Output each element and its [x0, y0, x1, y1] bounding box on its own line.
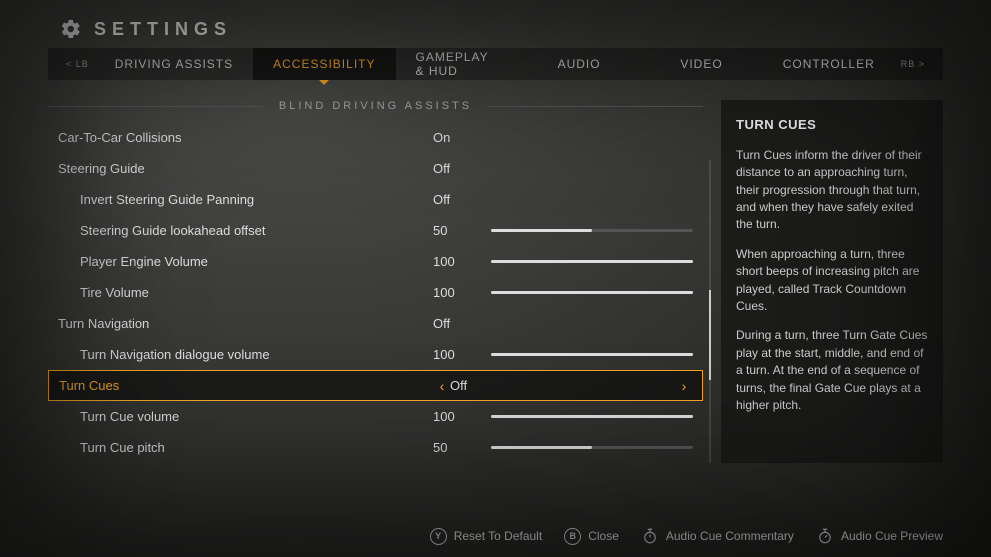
setting-name: Turn Navigation dialogue volume [58, 347, 433, 362]
setting-value: 100 [433, 347, 473, 362]
footer-label: Close [588, 529, 619, 543]
setting-value-area[interactable]: 100 [433, 285, 703, 300]
footer-label: Reset To Default [454, 529, 543, 543]
setting-row[interactable]: Turn NavigationOff [48, 308, 703, 339]
setting-name: Turn Cue volume [58, 409, 433, 424]
slider-fill [491, 353, 693, 356]
slider-fill [491, 229, 592, 232]
setting-value-area[interactable]: Off [433, 161, 703, 176]
info-panel: TURN CUES Turn Cues inform the driver of… [721, 100, 943, 463]
setting-row[interactable]: Car-To-Car CollisionsOn [48, 122, 703, 153]
footer-commentary[interactable]: Audio Cue Commentary [641, 527, 794, 545]
tab-driving-assists[interactable]: DRIVING ASSISTS [95, 48, 253, 80]
slider-fill [491, 446, 592, 449]
bumper-left[interactable]: < LB [60, 59, 95, 69]
setting-value: Off [433, 161, 473, 176]
info-paragraph: When approaching a turn, three short bee… [736, 246, 928, 316]
tab-bar: < LB DRIVING ASSISTS ACCESSIBILITY GAMEP… [48, 48, 943, 80]
tab-accessibility[interactable]: ACCESSIBILITY [253, 48, 395, 80]
setting-value-area[interactable]: 100 [433, 409, 703, 424]
setting-value-area[interactable]: 50 [433, 440, 703, 455]
setting-row[interactable]: Turn Cue volume100 [48, 401, 703, 432]
setting-value-area[interactable]: 100 [433, 254, 703, 269]
setting-value-area[interactable]: On [433, 130, 703, 145]
bumper-right[interactable]: RB > [895, 59, 931, 69]
footer-reset[interactable]: Y Reset To Default [430, 528, 543, 545]
footer-label: Audio Cue Preview [841, 529, 943, 543]
setting-row[interactable]: Invert Steering Guide PanningOff [48, 184, 703, 215]
footer-label: Audio Cue Commentary [666, 529, 794, 543]
scrollbar[interactable] [709, 160, 711, 463]
setting-row[interactable]: Steering GuideOff [48, 153, 703, 184]
header: SETTINGS [0, 0, 991, 48]
tab-controller[interactable]: CONTROLLER [763, 48, 895, 80]
slider[interactable] [491, 353, 693, 356]
footer-preview[interactable]: Audio Cue Preview [816, 527, 943, 545]
tab-gameplay-hud[interactable]: GAMEPLAY & HUD [396, 48, 518, 80]
setting-name: Turn Cues [59, 378, 434, 393]
setting-value: On [433, 130, 473, 145]
y-button-icon: Y [430, 528, 447, 545]
scrollbar-thumb[interactable] [709, 290, 711, 380]
setting-name: Turn Cue pitch [58, 440, 433, 455]
setting-value: 100 [433, 409, 473, 424]
tab-video[interactable]: VIDEO [640, 48, 762, 80]
slider-fill [491, 291, 693, 294]
setting-name: Player Engine Volume [58, 254, 433, 269]
tab-audio[interactable]: AUDIO [518, 48, 640, 80]
slider[interactable] [491, 229, 693, 232]
settings-list: BLIND DRIVING ASSISTS Car-To-Car Collisi… [48, 100, 703, 463]
chevron-left-icon[interactable]: ‹ [434, 378, 450, 394]
setting-value: 50 [433, 223, 473, 238]
setting-name: Steering Guide [58, 161, 433, 176]
section-title: BLIND DRIVING ASSISTS [263, 100, 488, 112]
setting-value: Off [450, 378, 676, 393]
setting-row[interactable]: Turn Cue pitch50 [48, 432, 703, 463]
b-button-icon: B [564, 528, 581, 545]
info-paragraph: During a turn, three Turn Gate Cues play… [736, 327, 928, 414]
setting-name: Invert Steering Guide Panning [58, 192, 433, 207]
slider[interactable] [491, 260, 693, 263]
footer-close[interactable]: B Close [564, 528, 619, 545]
setting-value-area[interactable]: Off [433, 316, 703, 331]
setting-value: Off [433, 316, 473, 331]
setting-row[interactable]: Tire Volume100 [48, 277, 703, 308]
setting-name: Tire Volume [58, 285, 433, 300]
info-paragraph: Turn Cues inform the driver of their dis… [736, 147, 928, 234]
slider[interactable] [491, 446, 693, 449]
stopwatch-icon [816, 527, 834, 545]
slider-fill [491, 260, 693, 263]
page-title: SETTINGS [94, 19, 232, 40]
setting-value: 100 [433, 254, 473, 269]
setting-name: Turn Navigation [58, 316, 433, 331]
slider[interactable] [491, 415, 693, 418]
setting-value: Off [433, 192, 473, 207]
stopwatch-icon [641, 527, 659, 545]
chevron-right-icon[interactable]: › [676, 378, 692, 394]
section-header: BLIND DRIVING ASSISTS [48, 100, 703, 112]
setting-row[interactable]: Turn Navigation dialogue volume100 [48, 339, 703, 370]
setting-value: 50 [433, 440, 473, 455]
gear-icon [60, 18, 82, 40]
footer: Y Reset To Default B Close Audio Cue Com… [0, 527, 991, 545]
slider[interactable] [491, 291, 693, 294]
info-title: TURN CUES [736, 116, 928, 135]
slider-fill [491, 415, 693, 418]
setting-value-area[interactable]: 50 [433, 223, 703, 238]
setting-name: Steering Guide lookahead offset [58, 223, 433, 238]
setting-name: Car-To-Car Collisions [58, 130, 433, 145]
setting-row[interactable]: Player Engine Volume100 [48, 246, 703, 277]
setting-row[interactable]: Turn Cues‹Off› [48, 370, 703, 401]
setting-value-area[interactable]: ‹Off› [434, 378, 702, 394]
setting-value: 100 [433, 285, 473, 300]
setting-value-area[interactable]: Off [433, 192, 703, 207]
setting-row[interactable]: Steering Guide lookahead offset50 [48, 215, 703, 246]
setting-value-area[interactable]: 100 [433, 347, 703, 362]
